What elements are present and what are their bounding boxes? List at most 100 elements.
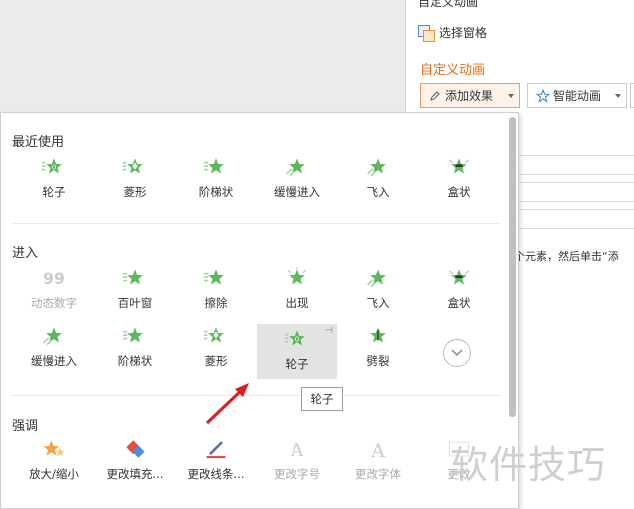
effect-label: 更改字号: [274, 467, 320, 481]
emphasis-section-title: 强调: [12, 419, 39, 434]
property-field[interactable]: [511, 182, 634, 202]
section-title: 自定义动画: [420, 63, 486, 78]
blinds-effect-icon: [122, 269, 143, 285]
effect-item[interactable]: 劈裂: [338, 324, 418, 369]
effect-item[interactable]: 擦除: [176, 266, 256, 311]
select-pane-icon: [418, 25, 435, 42]
wheel-effect-icon: 0: [41, 158, 62, 174]
diamond-effect-icon: [122, 158, 143, 174]
effect-label: 阶梯状: [117, 354, 153, 368]
svg-text:0: 0: [52, 164, 56, 172]
svg-text:A: A: [370, 440, 385, 461]
expand-more-button[interactable]: [443, 339, 471, 367]
fly-in-effect-icon: [366, 269, 386, 288]
effect-label: 动态数字: [31, 296, 77, 310]
effect-label: 盒状: [447, 296, 471, 310]
fly-in-effect-icon: [366, 158, 386, 177]
effect-item[interactable]: 缓慢进入: [257, 155, 337, 200]
property-field[interactable]: [511, 209, 634, 229]
effect-item[interactable]: 放大/缩小: [14, 437, 94, 482]
watermark-text: 软件技巧: [450, 443, 607, 487]
select-pane-label: 选择窗格: [439, 26, 488, 40]
crawl-in-effect-icon: [42, 327, 62, 346]
wheel-effect-icon: 0: [284, 330, 305, 346]
effect-item[interactable]: 0 轮子: [14, 155, 94, 200]
property-field[interactable]: [511, 155, 634, 175]
add-effect-dropdown: 最近使用 0 轮子 菱形 阶梯状 缓慢进入 飞入 盒状 进入 99 动态数字 百叶窗 擦除 出现 飞入…: [0, 112, 519, 509]
effect-item[interactable]: 百叶窗: [95, 266, 175, 311]
split-effect-icon: [370, 327, 386, 343]
effect-item[interactable]: 飞入: [338, 155, 418, 200]
effect-tooltip: 轮子: [301, 387, 343, 411]
chevron-down-icon: [508, 94, 514, 98]
pencil-icon: [430, 90, 440, 101]
appear-effect-icon: [287, 267, 307, 285]
red-arrow-annotation: [205, 383, 249, 425]
effect-label: 飞入: [366, 185, 390, 199]
svg-text:0: 0: [295, 336, 299, 344]
effect-item[interactable]: 菱形: [176, 324, 256, 369]
effect-item[interactable]: A 更改字体: [338, 437, 418, 482]
effect-item[interactable]: 阶梯状: [95, 324, 175, 369]
effect-label: 菱形: [204, 354, 228, 368]
pane-hint-text: 个元素，然后单击“添: [514, 250, 619, 263]
effect-label: 轮子: [42, 185, 66, 199]
change-font-size-icon: A↗: [290, 440, 304, 461]
add-effect-label: 添加效果: [445, 89, 494, 103]
enter-section-title: 进入: [12, 246, 39, 261]
wipe-effect-icon: [203, 269, 224, 285]
more-button[interactable]: [630, 83, 634, 108]
grow-shrink-icon: [43, 440, 65, 457]
svg-text:↗: ↗: [292, 440, 299, 449]
effect-label: 盒状: [447, 185, 471, 199]
effect-item[interactable]: 阶梯状: [176, 155, 256, 200]
effect-label: 缓慢进入: [31, 354, 77, 368]
effect-label: 出现: [285, 296, 309, 310]
effect-item[interactable]: 99 动态数字: [14, 266, 94, 311]
dynamic-number-icon: 99: [43, 270, 65, 288]
effect-label: 劈裂: [366, 354, 390, 368]
box-effect-icon: [449, 269, 469, 285]
effect-label: 擦除: [204, 296, 228, 310]
effect-label: 更改线条...: [187, 467, 245, 481]
pane-title: 自定义动画: [418, 0, 479, 9]
chevron-down-icon: [451, 349, 463, 357]
scrollbar[interactable]: [509, 117, 516, 417]
pin-icon[interactable]: ⊣: [325, 326, 333, 336]
change-font-icon: A: [370, 440, 385, 461]
stairs-effect-icon: [203, 158, 224, 174]
crawl-in-effect-icon: [285, 158, 305, 177]
effect-label: 更改字体: [355, 467, 401, 481]
divider: [12, 223, 500, 224]
recent-section-title: 最近使用: [12, 135, 65, 150]
effect-label: 轮子: [285, 357, 309, 371]
change-fill-icon: [126, 440, 145, 458]
effect-item[interactable]: 飞入: [338, 266, 418, 311]
box-effect-icon: [449, 158, 469, 174]
effect-label: 阶梯状: [198, 185, 234, 199]
effect-item[interactable]: 出现: [257, 266, 337, 311]
chevron-down-icon: [615, 94, 621, 98]
effect-item[interactable]: 更改线条...: [176, 437, 256, 482]
effect-item[interactable]: 菱形: [95, 155, 175, 200]
effect-item[interactable]: 盒状: [419, 155, 499, 200]
effect-label: 放大/缩小: [29, 467, 79, 481]
star-wand-icon: [536, 88, 550, 103]
effect-label: 飞入: [366, 296, 390, 310]
effect-label: 更改填充...: [106, 467, 164, 481]
svg-text:99: 99: [43, 270, 65, 288]
effect-item[interactable]: 0 轮子 ⊣: [257, 324, 337, 379]
effect-item[interactable]: 盒状: [419, 266, 499, 311]
stairs-effect-icon: [122, 327, 143, 343]
add-effect-button[interactable]: 添加效果: [420, 83, 520, 108]
smart-animation-button[interactable]: 智能动画: [527, 83, 627, 108]
select-pane-link[interactable]: 选择窗格: [418, 24, 488, 42]
effect-label: 菱形: [123, 185, 147, 199]
effect-item[interactable]: 缓慢进入: [14, 324, 94, 369]
effect-item[interactable]: 更改填充...: [95, 437, 175, 482]
diamond-effect-icon: [203, 327, 224, 343]
smart-animation-label: 智能动画: [553, 89, 602, 103]
effect-label: 缓慢进入: [274, 185, 320, 199]
effect-label: 百叶窗: [117, 296, 153, 310]
effect-item[interactable]: A ↗ 更改字号: [257, 437, 337, 482]
